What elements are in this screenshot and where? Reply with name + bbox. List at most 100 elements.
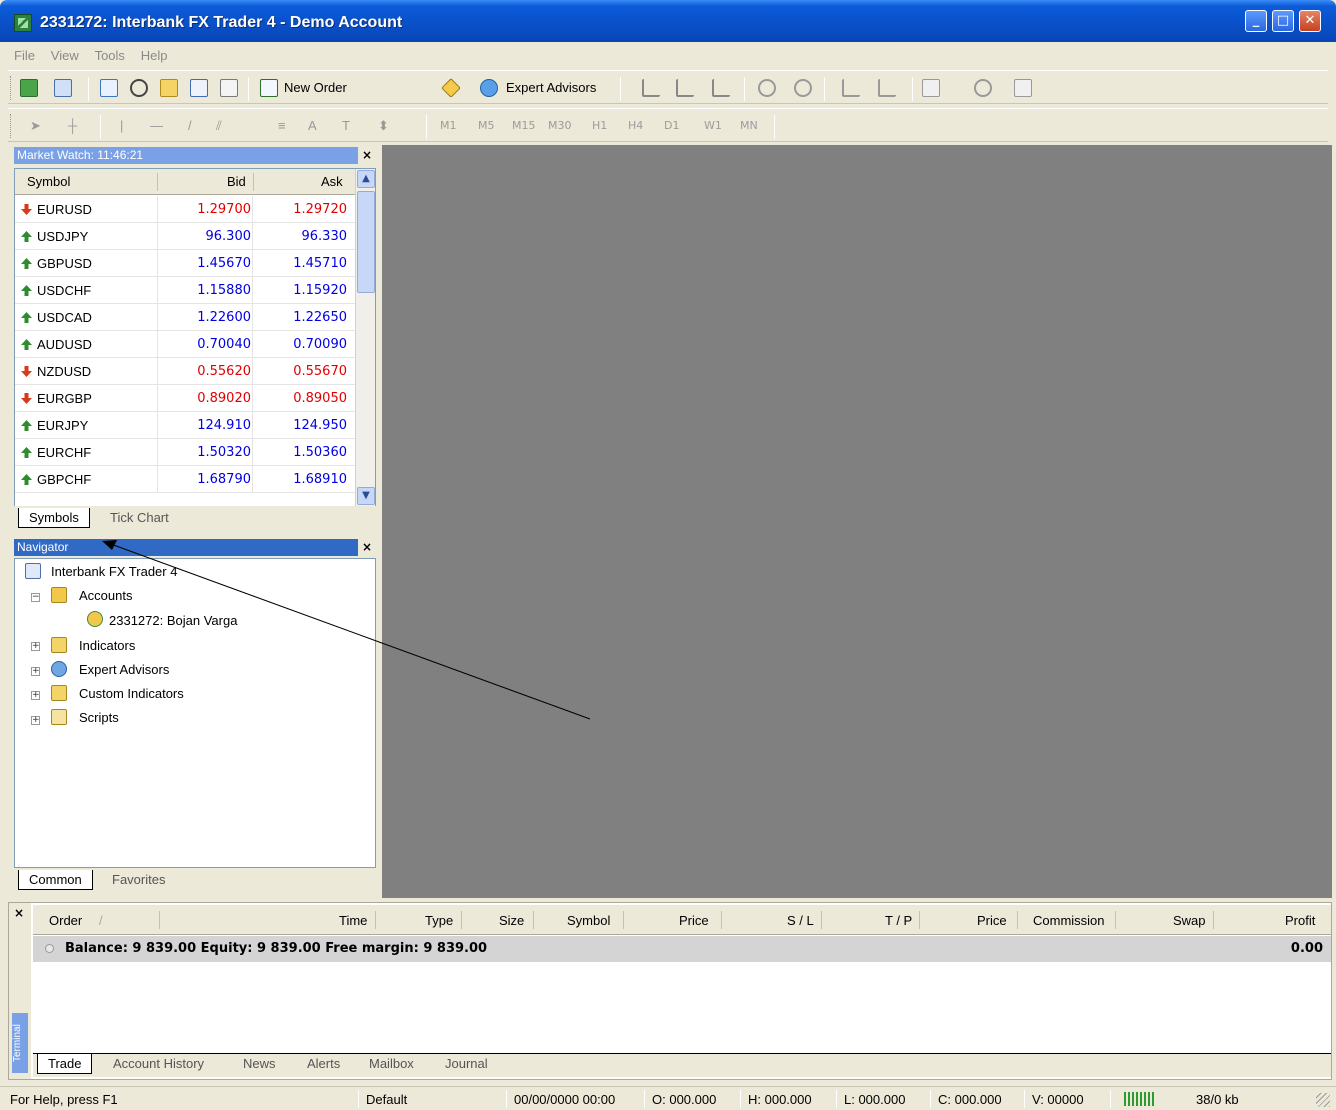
timeframe-h1[interactable]: H1: [592, 119, 607, 132]
timeframe-m1[interactable]: M1: [440, 119, 457, 132]
market-watch-row[interactable]: USDCHF 1.15880 1.15920: [15, 277, 355, 304]
new-order-button[interactable]: New Order: [284, 80, 347, 95]
indicators-list-icon[interactable]: [922, 79, 940, 97]
chart-workspace[interactable]: [382, 145, 1332, 898]
column-order[interactable]: Order: [49, 913, 82, 928]
bar-chart-icon[interactable]: [642, 79, 660, 97]
text-icon[interactable]: A: [308, 118, 317, 133]
close-button[interactable]: ✕: [1299, 10, 1321, 32]
connection-status-icon[interactable]: [1124, 1092, 1156, 1106]
tab-trade[interactable]: Trade: [37, 1054, 93, 1074]
market-watch-row[interactable]: EURGBP 0.89020 0.89050: [15, 385, 355, 412]
toolbar-grip[interactable]: [10, 76, 13, 100]
terminal-icon[interactable]: [190, 79, 208, 97]
column-tp[interactable]: T / P: [885, 913, 912, 928]
templates-icon[interactable]: [1014, 79, 1032, 97]
tab-alerts[interactable]: Alerts: [297, 1054, 350, 1074]
navigator-expert-advisors[interactable]: Expert Advisors: [79, 662, 169, 677]
trendline-icon[interactable]: /: [188, 118, 192, 133]
navigator-close-icon[interactable]: ×: [362, 540, 372, 554]
horizontal-line-icon[interactable]: —: [150, 118, 163, 133]
market-watch-row[interactable]: USDJPY 96.300 96.330: [15, 223, 355, 250]
autoscroll-icon[interactable]: [878, 79, 896, 97]
scroll-up-icon[interactable]: ▲: [357, 170, 375, 188]
periods-icon[interactable]: [974, 79, 992, 97]
column-close-price[interactable]: Price: [977, 913, 1007, 928]
column-price[interactable]: Price: [679, 913, 709, 928]
timeframe-d1[interactable]: D1: [664, 119, 679, 132]
zoom-in-icon[interactable]: [758, 79, 776, 97]
menu-view[interactable]: View: [45, 44, 85, 67]
scroll-down-icon[interactable]: ▼: [357, 487, 375, 505]
vertical-line-icon[interactable]: |: [120, 118, 123, 133]
column-bid[interactable]: Bid: [227, 174, 246, 189]
column-size[interactable]: Size: [499, 913, 524, 928]
tab-news[interactable]: News: [233, 1054, 286, 1074]
navigator-account-item[interactable]: 2331272: Bojan Varga: [109, 613, 237, 628]
new-chart-icon[interactable]: [20, 79, 38, 97]
maximize-button[interactable]: □: [1272, 10, 1294, 32]
navigator-accounts[interactable]: Accounts: [79, 588, 132, 603]
column-symbol[interactable]: Symbol: [27, 174, 70, 189]
tab-tick-chart[interactable]: Tick Chart: [100, 508, 179, 528]
expert-advisors-button[interactable]: Expert Advisors: [506, 80, 596, 95]
market-watch-row[interactable]: GBPCHF 1.68790 1.68910: [15, 466, 355, 493]
column-type[interactable]: Type: [425, 913, 453, 928]
crosshair-tool-icon[interactable]: ┼: [68, 118, 77, 133]
arrows-icon[interactable]: ⬍: [378, 118, 389, 134]
expand-icon[interactable]: +: [31, 642, 40, 651]
fibonacci-icon[interactable]: ≡: [278, 118, 286, 133]
minimize-button[interactable]: _: [1245, 10, 1267, 32]
column-commission[interactable]: Commission: [1033, 913, 1105, 928]
navigator-root[interactable]: Interbank FX Trader 4: [51, 564, 177, 579]
market-watch-row[interactable]: NZDUSD 0.55620 0.55670: [15, 358, 355, 385]
tab-common[interactable]: Common: [18, 870, 93, 890]
column-time[interactable]: Time: [339, 913, 367, 928]
tab-account-history[interactable]: Account History: [103, 1054, 214, 1074]
column-profit[interactable]: Profit: [1285, 913, 1315, 928]
status-profile[interactable]: Default: [366, 1092, 407, 1107]
expand-icon[interactable]: +: [31, 691, 40, 700]
timeframe-w1[interactable]: W1: [704, 119, 722, 132]
timeframe-m15[interactable]: M15: [512, 119, 536, 132]
menu-help[interactable]: Help: [135, 44, 174, 67]
zoom-out-icon[interactable]: [794, 79, 812, 97]
expert-advisors-icon[interactable]: [480, 79, 498, 97]
market-watch-scrollbar[interactable]: ▲ ▼: [355, 169, 375, 507]
column-symbol[interactable]: Symbol: [567, 913, 610, 928]
market-watch-row[interactable]: USDCAD 1.22600 1.22650: [15, 304, 355, 331]
tab-favorites[interactable]: Favorites: [102, 870, 175, 890]
tester-icon[interactable]: [220, 79, 238, 97]
navigator-indicators[interactable]: Indicators: [79, 638, 135, 653]
menu-file[interactable]: File: [8, 44, 41, 67]
navigator-icon[interactable]: [160, 79, 178, 97]
market-watch-row[interactable]: AUDUSD 0.70040 0.70090: [15, 331, 355, 358]
resize-grip-icon[interactable]: [1316, 1093, 1330, 1107]
metaeditor-icon[interactable]: [441, 78, 461, 98]
scroll-thumb[interactable]: [357, 191, 375, 293]
terminal-close-icon[interactable]: ×: [14, 906, 24, 920]
navigator-custom-indicators[interactable]: Custom Indicators: [79, 686, 184, 701]
profiles-icon[interactable]: [54, 79, 72, 97]
market-watch-row[interactable]: EURJPY 124.910 124.950: [15, 412, 355, 439]
market-watch-row[interactable]: EURUSD 1.29700 1.29720: [15, 196, 355, 223]
timeframe-m30[interactable]: M30: [548, 119, 572, 132]
expand-icon[interactable]: +: [31, 716, 40, 725]
market-watch-row[interactable]: GBPUSD 1.45670 1.45710: [15, 250, 355, 277]
equidistant-channel-icon[interactable]: ⫽: [216, 118, 222, 134]
new-order-icon[interactable]: [260, 79, 278, 97]
menu-tools[interactable]: Tools: [89, 44, 131, 67]
tab-mailbox[interactable]: Mailbox: [359, 1054, 424, 1074]
line-chart-icon[interactable]: [712, 79, 730, 97]
crosshair-icon[interactable]: [130, 79, 148, 97]
expand-icon[interactable]: +: [31, 667, 40, 676]
tab-symbols[interactable]: Symbols: [18, 508, 90, 528]
column-sl[interactable]: S / L: [787, 913, 814, 928]
candlestick-icon[interactable]: [676, 79, 694, 97]
timeframe-mn[interactable]: MN: [740, 119, 758, 132]
text-label-icon[interactable]: T: [342, 118, 350, 133]
market-watch-row[interactable]: EURCHF 1.50320 1.50360: [15, 439, 355, 466]
tab-journal[interactable]: Journal: [435, 1054, 498, 1074]
market-watch-close-icon[interactable]: ×: [362, 148, 372, 162]
toolbar-grip[interactable]: [10, 114, 13, 138]
